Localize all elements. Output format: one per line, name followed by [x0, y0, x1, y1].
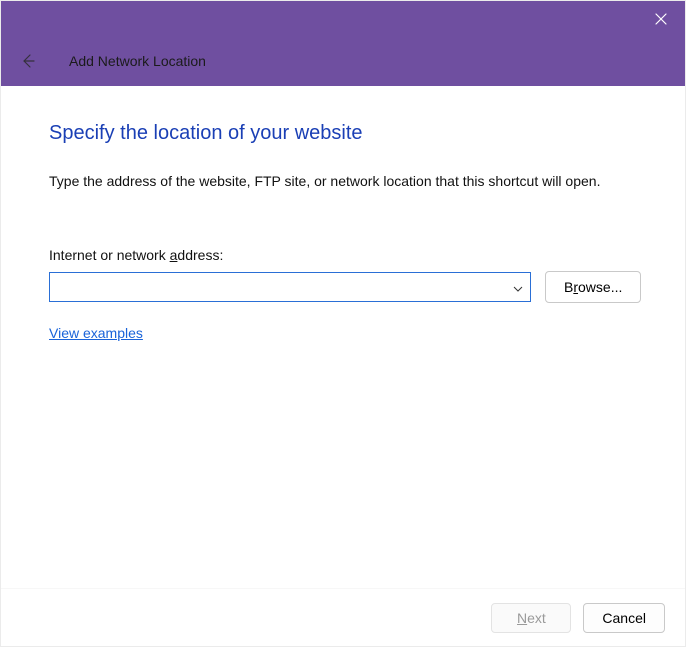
cancel-button[interactable]: Cancel — [583, 603, 665, 633]
back-icon[interactable] — [19, 52, 37, 70]
title-bar — [1, 1, 685, 36]
address-input[interactable] — [49, 272, 531, 302]
wizard-footer: Next Cancel — [1, 588, 685, 646]
wizard-content: Specify the location of your website Typ… — [1, 86, 685, 588]
view-examples-link[interactable]: View examples — [49, 325, 143, 341]
page-heading: Specify the location of your website — [49, 122, 637, 145]
address-combobox[interactable] — [49, 272, 531, 302]
address-label: Internet or network address: — [49, 247, 637, 263]
next-button: Next — [491, 603, 571, 633]
close-icon[interactable] — [653, 11, 669, 27]
address-row: Browse... — [49, 271, 637, 303]
wizard-header: Add Network Location — [1, 36, 685, 86]
wizard-title: Add Network Location — [69, 53, 206, 69]
browse-button[interactable]: Browse... — [545, 271, 641, 303]
instruction-text: Type the address of the website, FTP sit… — [49, 173, 637, 189]
